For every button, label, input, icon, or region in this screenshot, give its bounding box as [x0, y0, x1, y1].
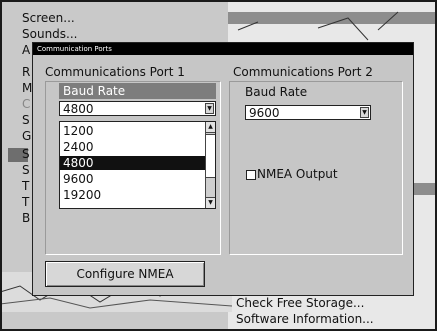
scroll-thumb[interactable]	[206, 134, 215, 178]
dialog-title: Communication Ports	[33, 43, 413, 55]
port1-baud-select[interactable]: 4800 ▼	[59, 101, 216, 116]
menu-item[interactable]: G	[22, 130, 31, 143]
communication-ports-dialog: Communication Ports Communications Port …	[32, 42, 414, 296]
port1-baud-header: Baud Rate	[59, 83, 216, 99]
menu-item[interactable]: T	[22, 180, 29, 193]
port1-baud-value: 4800	[63, 102, 94, 116]
menu-item-check-free-storage[interactable]: Check Free Storage...	[236, 296, 364, 310]
port2-title: Communications Port 2	[233, 65, 373, 79]
port2-baud-value: 9600	[249, 106, 280, 120]
scroll-up-icon[interactable]: ▲	[206, 122, 215, 133]
port1-title: Communications Port 1	[45, 65, 185, 79]
list-scrollbar[interactable]: ▲ ▼	[205, 122, 215, 208]
menu-item-software-information[interactable]: Software Information...	[236, 312, 374, 326]
menu-item[interactable]: C	[22, 98, 30, 111]
menu-item[interactable]: S	[22, 164, 30, 177]
port2-baud-label: Baud Rate	[245, 85, 308, 99]
menu-item[interactable]: M	[22, 82, 32, 95]
menu-item-screen[interactable]: Screen...	[22, 12, 75, 25]
menu-item[interactable]: T	[22, 196, 29, 209]
configure-nmea-button[interactable]: Configure NMEA	[45, 261, 205, 287]
scroll-down-icon[interactable]: ▼	[206, 197, 215, 208]
list-item[interactable]: 1200	[60, 124, 215, 138]
nmea-output-checkbox[interactable]	[246, 170, 256, 180]
port1-baud-list[interactable]: 1200 2400 4800 9600 19200 ▲ ▼	[59, 121, 216, 209]
port2-baud-select[interactable]: 9600 ▼	[245, 105, 371, 120]
list-item[interactable]: 9600	[60, 172, 215, 186]
menu-item[interactable]: S	[22, 148, 30, 161]
menu-item-sounds[interactable]: Sounds...	[22, 28, 77, 41]
menu-item[interactable]: R	[22, 66, 30, 79]
dropdown-arrow-icon[interactable]: ▼	[205, 103, 214, 114]
list-item[interactable]: 2400	[60, 140, 215, 154]
dropdown-arrow-icon[interactable]: ▼	[360, 107, 369, 118]
menu-item[interactable]: S	[22, 114, 30, 127]
menu-item[interactable]: A	[22, 44, 30, 57]
list-item[interactable]: 19200	[60, 188, 215, 202]
menu-item[interactable]: B	[22, 212, 30, 225]
list-item-selected[interactable]: 4800	[60, 156, 215, 170]
nmea-output-label: NMEA Output	[257, 167, 338, 181]
